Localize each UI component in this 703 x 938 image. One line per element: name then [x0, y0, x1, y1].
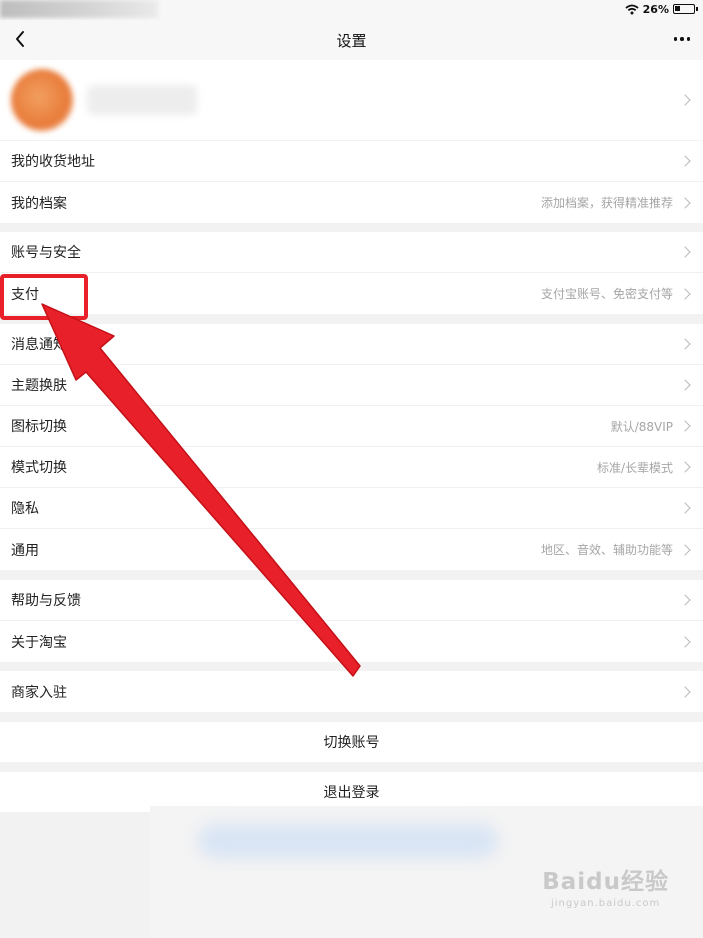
row-label: 商家入驻: [11, 684, 67, 701]
watermark: Baidu经验 jingyan.baidu.com: [542, 862, 669, 909]
row-label: 主题换肤: [11, 378, 67, 394]
settings-group-help: 帮助与反馈 关于淘宝: [0, 580, 703, 662]
more-dot-icon: [673, 37, 678, 41]
settings-row-notifications[interactable]: 消息通知: [0, 324, 703, 365]
more-dot-icon: [680, 37, 684, 41]
chevron-right-icon: [679, 685, 691, 698]
more-button[interactable]: [669, 28, 695, 50]
row-label: 隐私: [11, 501, 39, 517]
chevron-right-icon: [679, 338, 691, 350]
watermark-logo-text: Baidu经验: [542, 869, 669, 895]
avatar: [11, 69, 73, 131]
chevron-right-icon: [679, 246, 691, 258]
switch-account-button[interactable]: 切换账号: [0, 722, 703, 762]
settings-row-payment[interactable]: 支付 支付宝账号、免密支付等: [0, 273, 703, 314]
settings-group-account: 账号与安全 支付 支付宝账号、免密支付等: [0, 232, 703, 314]
chevron-right-icon: [679, 379, 691, 391]
settings-group-merchant: 商家入驻: [0, 671, 703, 712]
row-description: 支付宝账号、免密支付等: [540, 287, 673, 301]
profile-row[interactable]: [0, 60, 703, 140]
settings-row-merchant[interactable]: 商家入驻: [0, 671, 703, 712]
profile-name-blurred: [87, 85, 197, 115]
status-bar-blurred-area: [0, 0, 158, 18]
chevron-right-icon: [679, 94, 691, 106]
row-label: 关于淘宝: [11, 634, 67, 651]
settings-row-privacy[interactable]: 隐私: [0, 488, 703, 529]
chevron-right-icon: [679, 635, 691, 648]
row-description: 标准/长辈模式: [596, 460, 673, 475]
settings-group-preferences: 消息通知 主题换肤 图标切换 默认/88VIP 模式切换 标准/长辈模式 隐私 …: [0, 324, 703, 570]
chevron-right-icon: [679, 543, 691, 556]
row-label: 图标切换: [11, 419, 67, 435]
row-label: 账号与安全: [11, 245, 81, 261]
settings-row-icon-switch[interactable]: 图标切换 默认/88VIP: [0, 406, 703, 447]
settings-row-address[interactable]: 我的收货地址: [0, 141, 703, 182]
row-label: 通用: [11, 542, 39, 559]
row-description: 地区、音效、辅助功能等: [540, 543, 673, 557]
row-description: 添加档案，获得精准推荐: [540, 196, 673, 210]
highlight-box: [0, 274, 88, 320]
row-label: 我的档案: [11, 195, 67, 212]
watermark-url: jingyan.baidu.com: [550, 898, 661, 909]
nav-bar: 设置: [0, 20, 703, 60]
chevron-right-icon: [679, 155, 691, 167]
settings-row-profile-archive[interactable]: 我的档案 添加档案，获得精准推荐: [0, 182, 703, 223]
status-indicators: 26%: [625, 2, 698, 16]
chevron-right-icon: [679, 287, 691, 300]
chevron-right-icon: [679, 196, 691, 209]
blurred-content: [198, 824, 498, 858]
page-title: 设置: [336, 32, 367, 50]
settings-group-address: 我的收货地址 我的档案 添加档案，获得精准推荐: [0, 141, 703, 223]
row-label: 帮助与反馈: [11, 593, 81, 609]
settings-row-about[interactable]: 关于淘宝: [0, 621, 703, 662]
row-label: 模式切换: [11, 460, 67, 476]
chevron-right-icon: [679, 420, 691, 432]
chevron-right-icon: [679, 461, 691, 473]
battery-icon: [673, 4, 698, 14]
wifi-icon: [625, 4, 639, 14]
row-label: 支付: [11, 286, 39, 303]
row-description: 默认/88VIP: [610, 419, 673, 434]
status-bar: 26%: [0, 0, 703, 20]
settings-row-account-security[interactable]: 账号与安全: [0, 232, 703, 273]
chevron-right-icon: [679, 502, 691, 514]
settings-row-theme[interactable]: 主题换肤: [0, 365, 703, 406]
battery-percent: 26%: [642, 2, 669, 16]
row-label: 消息通知: [11, 337, 67, 353]
settings-row-help-feedback[interactable]: 帮助与反馈: [0, 580, 703, 621]
settings-row-mode-switch[interactable]: 模式切换 标准/长辈模式: [0, 447, 703, 488]
chevron-right-icon: [679, 594, 691, 606]
profile-group: [0, 60, 703, 140]
more-dot-icon: [686, 37, 691, 41]
row-label: 我的收货地址: [11, 154, 95, 170]
settings-row-general[interactable]: 通用 地区、音效、辅助功能等: [0, 529, 703, 570]
